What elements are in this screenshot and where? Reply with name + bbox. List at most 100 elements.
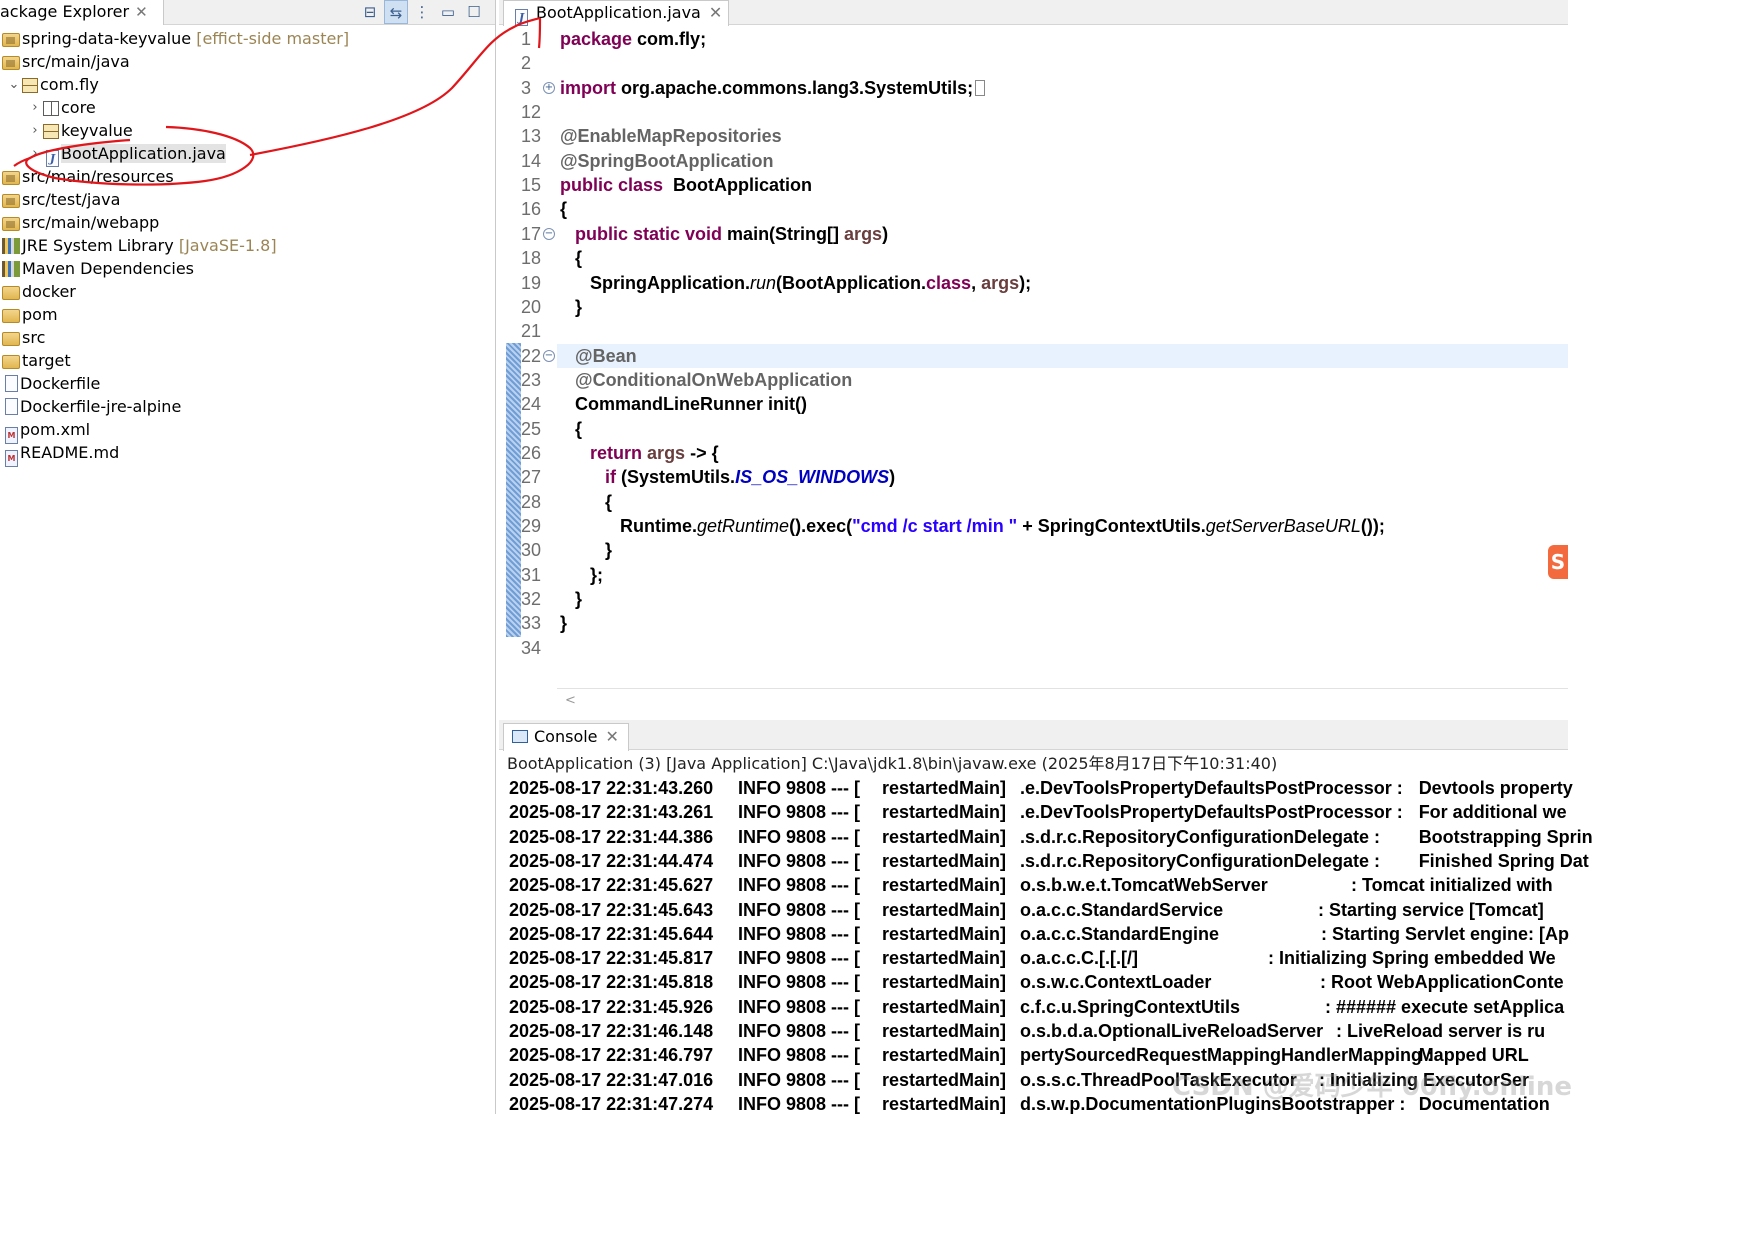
code-line[interactable]: @ConditionalOnWebApplication (560, 368, 852, 392)
minimize-icon[interactable]: ▭ (436, 0, 460, 24)
log-thread: restartedMain] (882, 802, 1007, 823)
code-token: (BootApplication. (776, 273, 927, 293)
chevron-down-icon[interactable]: ⌄ (6, 73, 22, 96)
tree-item[interactable]: src/main/java (0, 50, 130, 73)
collapse-all-icon[interactable]: ⊟ (358, 0, 382, 24)
tree-item[interactable]: src/main/resources (0, 165, 174, 188)
line-number: 14 (521, 151, 542, 171)
console-log-line: 2025-08-17 22:31:46.797 INFO 9808 --- [re… (509, 1043, 1568, 1067)
tree-item[interactable]: Dockerfile (0, 372, 100, 395)
log-message: : Starting Servlet engine: [Ap (1321, 923, 1570, 944)
tree-item[interactable]: src/test/java (0, 188, 120, 211)
watermark: CSDN @爱码少年 00fly.online (1172, 1072, 1572, 1102)
console-log-line: 2025-08-17 22:31:45.627 INFO 9808 --- [re… (509, 873, 1568, 897)
tree-item[interactable]: Dockerfile-jre-alpine (0, 395, 181, 418)
code-line[interactable]: { (560, 490, 612, 514)
tree-item[interactable]: src (0, 326, 45, 349)
log-time: 2025-08-17 22:31:46.148 (509, 1021, 714, 1041)
line-number: 34 (521, 638, 542, 658)
log-logger: o.s.w.c.ContextLoader (1020, 972, 1212, 993)
maximize-icon[interactable]: ☐ (462, 0, 486, 24)
tree-item-label: target (22, 351, 71, 370)
code-line[interactable]: Runtime.getRuntime().exec("cmd /c start … (560, 514, 1385, 538)
chevron-right-icon[interactable]: › (27, 142, 43, 165)
line-number: 18 (521, 248, 542, 268)
code-line[interactable]: } (560, 295, 582, 319)
expand-fold-icon[interactable]: + (543, 82, 555, 94)
tree-item[interactable]: › keyvalue (27, 119, 132, 142)
code-line[interactable]: } (560, 538, 612, 562)
code-line[interactable]: CommandLineRunner init() (560, 392, 807, 416)
tree-item[interactable]: Maven Dependencies (0, 257, 194, 280)
tree-item[interactable]: spring-data-keyvalue [effict-side master… (0, 27, 349, 50)
code-line[interactable]: public class BootApplication (560, 173, 812, 197)
chevron-right-icon[interactable]: › (27, 96, 43, 119)
tree-item[interactable]: target (0, 349, 71, 372)
chevron-right-icon[interactable]: › (27, 119, 43, 142)
horizontal-scrollbar[interactable]: < (557, 688, 1568, 714)
tree-item[interactable]: JRE System Library [JavaSE-1.8] (0, 234, 277, 257)
log-message: : ###### execute setApplica (1325, 996, 1565, 1017)
code-area[interactable]: package com.fly; import org.apache.common… (557, 26, 1568, 688)
log-time: 2025-08-17 22:31:45.643 (509, 899, 714, 920)
tree-item[interactable]: Mpom.xml (0, 418, 90, 444)
code-line[interactable]: { (560, 417, 582, 441)
close-icon[interactable]: ✕ (606, 727, 619, 746)
code-line[interactable]: @SpringBootApplication (560, 149, 774, 173)
code-token: } (560, 540, 613, 560)
code-line[interactable]: @EnableMapRepositories (560, 124, 782, 148)
code-line[interactable]: package com.fly; (560, 27, 706, 51)
tree-item[interactable]: docker (0, 280, 76, 303)
code-line[interactable]: { (560, 246, 582, 270)
code-line[interactable]: import org.apache.commons.lang3.SystemUt… (560, 76, 986, 100)
markdown-file-icon: M (5, 450, 18, 467)
tree-item[interactable]: › J BootApplication.java (27, 142, 226, 167)
line-number: 20 (521, 297, 542, 317)
code-line[interactable]: SpringApplication.run(BootApplication.cl… (560, 271, 1031, 295)
console-log-line: 2025-08-17 22:31:43.261 INFO 9808 --- [re… (509, 800, 1568, 824)
console-log-line: 2025-08-17 22:31:45.926 INFO 9808 --- [re… (509, 995, 1568, 1019)
log-time: 2025-08-17 22:31:44.386 (509, 826, 714, 847)
package-explorer-tabbar: ackage Explorer ✕ ⊟ ⇆ ⋮ ▭ ☐ (0, 0, 495, 25)
package-explorer-tab-label: ackage Explorer (0, 2, 130, 21)
log-time: 2025-08-17 22:31:44.474 (509, 850, 714, 871)
tree-item[interactable]: M README.md (0, 441, 119, 467)
package-explorer-tab[interactable]: ackage Explorer ✕ (0, 0, 164, 25)
line-number-ruler: 1 2 3 +12 13 14 15 16 17−18 19 20 21 22−23 24 25 26 27 28… (499, 26, 557, 688)
collapse-fold-icon[interactable]: − (543, 228, 555, 240)
console-tab[interactable]: Console ✕ (503, 723, 629, 751)
log-message: Finished Spring Dat (1418, 850, 1589, 871)
library-icon (2, 238, 20, 254)
console-view: Console ✕ BootApplication (3) [Java Appli… (499, 720, 1593, 1114)
tree-item[interactable]: src/main/webapp (0, 211, 159, 234)
code-token: + SpringContextUtils. (1017, 516, 1206, 536)
link-with-editor-icon[interactable]: ⇆ (384, 0, 408, 24)
close-icon[interactable]: ✕ (135, 0, 148, 24)
log-message: : LiveReload server is ru (1336, 1021, 1546, 1041)
code-line[interactable]: @Bean (557, 344, 1568, 368)
scroll-left-icon[interactable]: < (565, 693, 576, 708)
tree-item[interactable]: pom (0, 303, 58, 326)
code-line[interactable]: { (560, 197, 567, 221)
code-line[interactable]: }; (560, 563, 603, 587)
editor-tab-bootapplication[interactable]: J BootApplication.java ✕ (503, 0, 729, 26)
code-line[interactable]: if (SystemUtils.IS_OS_WINDOWS) (560, 465, 895, 489)
code-line[interactable]: } (560, 587, 582, 611)
code-line[interactable]: } (560, 611, 567, 635)
collapsed-imports-marker[interactable] (975, 80, 986, 96)
empty-package-icon (43, 101, 59, 116)
tree-item[interactable]: › core (27, 96, 95, 119)
collapse-fold-icon[interactable]: − (543, 350, 555, 362)
tree-item[interactable]: ⌄ com.fly (6, 73, 99, 96)
source-folder-icon (2, 56, 20, 70)
code-token: import (560, 78, 616, 98)
close-icon[interactable]: ✕ (709, 3, 722, 22)
code-token: args (647, 443, 686, 463)
view-menu-icon[interactable]: ⋮ (410, 0, 434, 24)
code-line[interactable]: return args -> { (560, 441, 719, 465)
code-token: ); (1019, 273, 1032, 293)
log-level: INFO 9808 --- [ (738, 1021, 861, 1041)
log-level: INFO 9808 --- [ (738, 899, 861, 920)
code-line[interactable]: public static void main(String[] args) (560, 222, 888, 246)
